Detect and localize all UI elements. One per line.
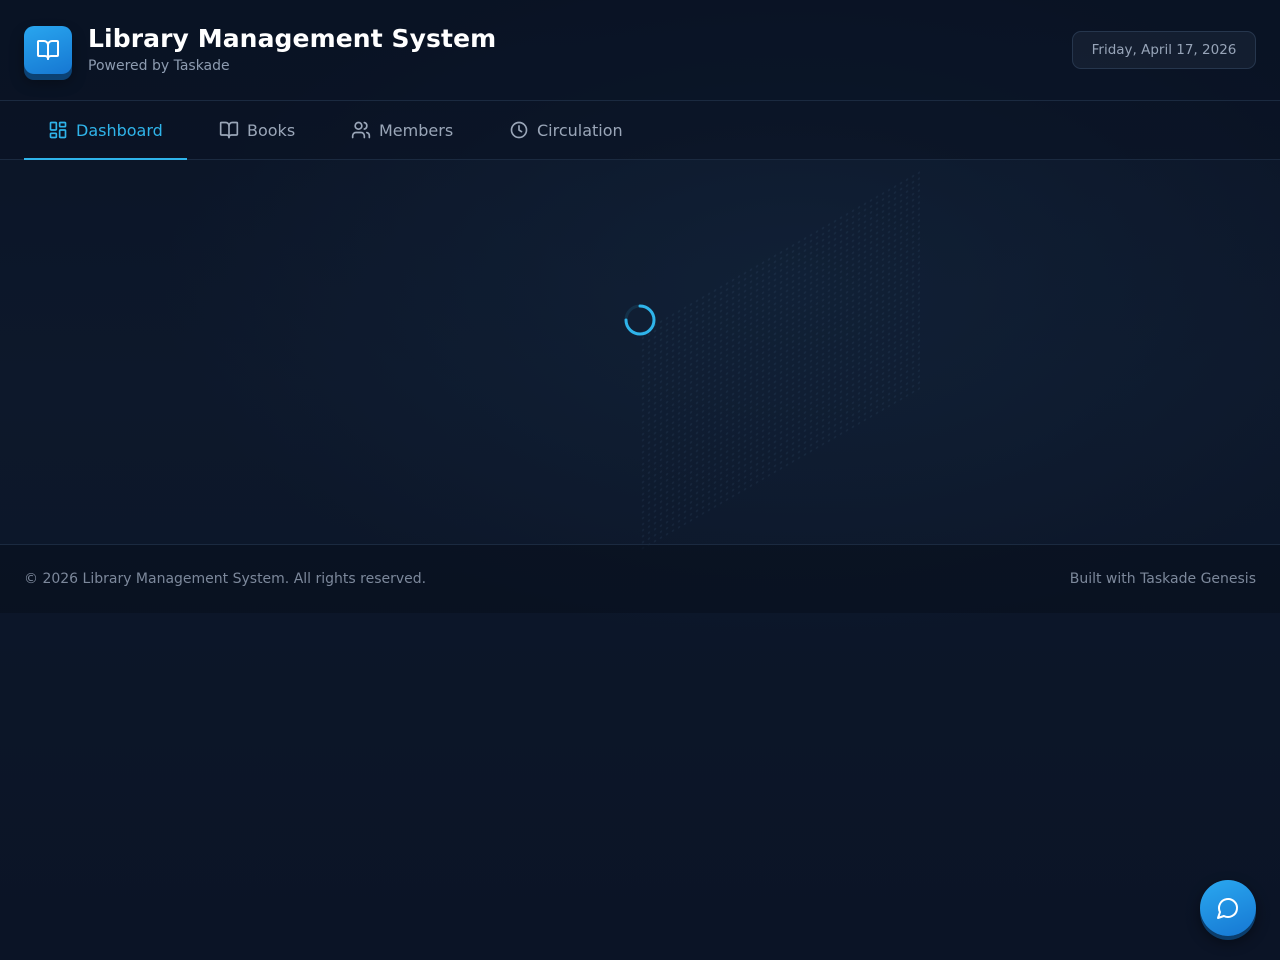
book-open-icon (219, 120, 239, 140)
tab-books-label: Books (247, 120, 296, 140)
users-icon (351, 120, 371, 140)
footer-built-with: Built with Taskade Genesis (1069, 571, 1256, 587)
date-badge: Friday, April 17, 2026 (1072, 31, 1256, 69)
app-title: Library Management System (88, 24, 497, 53)
clock-icon (509, 120, 529, 140)
chat-bubble-icon (1217, 898, 1238, 919)
tab-members[interactable]: Members (351, 101, 453, 159)
tab-dashboard[interactable]: Dashboard (24, 101, 187, 160)
tab-books[interactable]: Books (219, 101, 295, 159)
main-nav: Dashboard Books Members Circulation (0, 101, 1280, 160)
app-logo (24, 26, 72, 74)
tab-circulation[interactable]: Circulation (509, 101, 623, 159)
tab-members-label: Members (379, 120, 454, 140)
loading-spinner-icon (624, 304, 656, 336)
tab-circulation-label: Circulation (537, 120, 623, 140)
footer-copyright: © 2026 Library Management System. All ri… (24, 571, 427, 587)
book-open-icon (37, 40, 59, 60)
dashboard-grid-icon (48, 120, 68, 140)
chat-button[interactable] (1200, 880, 1256, 936)
app-subtitle: Powered by Taskade (88, 58, 230, 74)
app-footer: © 2026 Library Management System. All ri… (0, 544, 1280, 613)
tab-dashboard-label: Dashboard (76, 120, 163, 140)
app-header: Library Management System Powered by Tas… (0, 0, 1280, 101)
